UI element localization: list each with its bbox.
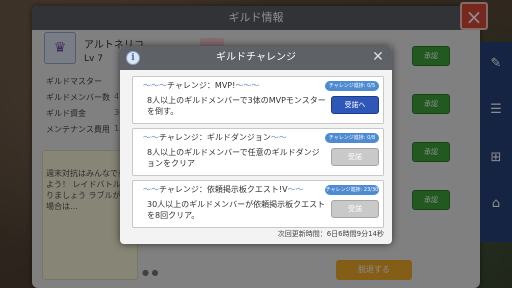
challenge-title: チャレンジ：ギルドダンジョン [159, 133, 271, 142]
challenge-card-quest: 〜〜チャレンジ：依頼掲示板クエスト!V〜〜 30人以上のギルドメンバーが依頼掲示… [132, 180, 384, 228]
ornament-left-icon: 〜〜 [143, 133, 159, 142]
challenge-title: チャレンジ：依頼掲示板クエスト!V [159, 185, 288, 194]
info-icon[interactable]: i [126, 51, 140, 65]
ornament-left-icon: 〜〜〜 [143, 81, 167, 90]
reset-timer: 次回更新時間：6日6時間9分14秒 [277, 230, 384, 238]
accept-button[interactable]: 受諾 [331, 148, 379, 166]
close-icon[interactable]: ✕ [370, 49, 386, 65]
challenge-title: チャレンジ：MVP! [167, 81, 236, 90]
challenge-progress: チャレンジ進捗: 23/30 [325, 185, 379, 195]
modal-title: ギルドチャレンジ [216, 52, 296, 63]
challenge-description: 30人以上のギルドメンバーが依頼掲示板クエストを8回クリア。 [147, 200, 326, 220]
challenge-title-wrap: 〜〜チャレンジ：ギルドダンジョン〜〜 [143, 132, 287, 143]
accept-button[interactable]: 受諾 [331, 200, 379, 218]
challenge-title-wrap: 〜〜〜チャレンジ：MVP!〜〜〜 [143, 80, 259, 91]
ornament-left-icon: 〜〜 [143, 185, 159, 194]
challenge-description: 8人以上のギルドメンバーで任意のギルドダンジョンをクリア [147, 148, 320, 168]
ornament-right-icon: 〜〜 [287, 185, 304, 194]
challenge-description: 8人以上のギルドメンバーで3体のMVPモンスターを倒す。 [147, 96, 326, 116]
challenge-card-dungeon: 〜〜チャレンジ：ギルドダンジョン〜〜 8人以上のギルドメンバーで任意のギルドダン… [132, 128, 384, 176]
accept-button[interactable]: 受諾へ [331, 96, 379, 114]
challenge-card-mvp: 〜〜〜チャレンジ：MVP!〜〜〜 8人以上のギルドメンバーで3体のMVPモンスタ… [132, 76, 384, 124]
challenge-progress: チャレンジ進捗: 0/8 [325, 133, 379, 143]
challenge-title-wrap: 〜〜チャレンジ：依頼掲示板クエスト!V〜〜 [143, 184, 304, 195]
challenge-progress: チャレンジ進捗: 0/5 [325, 81, 379, 91]
guild-challenge-modal: ギルドチャレンジ i ✕ 〜〜〜チャレンジ：MVP!〜〜〜 8人以上のギルドメン… [120, 46, 392, 244]
ornament-right-icon: 〜〜〜 [235, 81, 260, 90]
ornament-right-icon: 〜〜 [270, 133, 287, 142]
